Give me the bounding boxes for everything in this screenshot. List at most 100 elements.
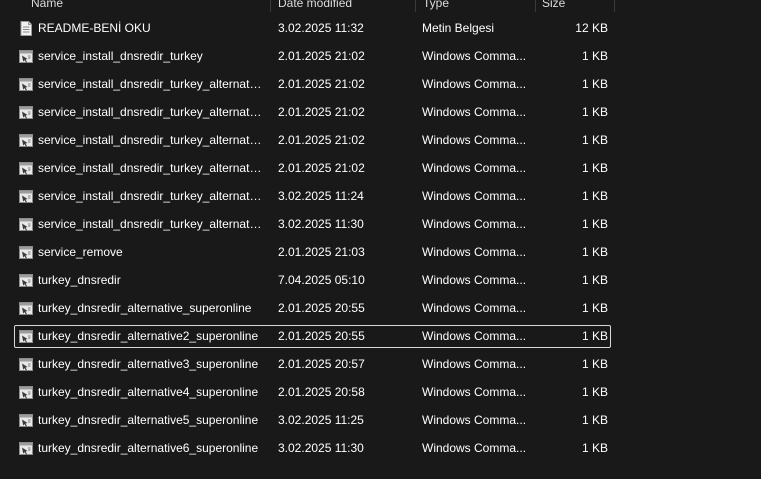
file-size: 1 KB: [581, 245, 608, 259]
file-name: service_install_dnsredir_turkey: [38, 49, 203, 63]
file-size: 1 KB: [581, 413, 608, 427]
file-row[interactable]: turkey_dnsredir_alternative2_superonline…: [14, 325, 611, 348]
file-date-modified: 7.04.2025 05:10: [278, 273, 365, 287]
column-header-size[interactable]: Size: [542, 0, 565, 12]
batch-file-icon: [19, 133, 33, 148]
file-name: service_remove: [38, 245, 123, 259]
file-name: turkey_dnsredir_alternative4_superonline: [38, 385, 259, 399]
file-name: service_install_dnsredir_turkey_alternat…: [38, 189, 263, 203]
file-row[interactable]: turkey_dnsredir 7.04.2025 05:10 Windows Co…: [14, 269, 611, 292]
file-name: service_install_dnsredir_turkey_alternat…: [38, 217, 263, 231]
file-type: Windows Comma...: [422, 161, 527, 175]
file-name: turkey_dnsredir_alternative5_superonline: [38, 413, 259, 427]
file-date-modified: 2.01.2025 21:02: [278, 161, 365, 175]
file-size: 1 KB: [581, 273, 608, 287]
file-date-modified: 2.01.2025 21:02: [278, 105, 365, 119]
file-size: 1 KB: [581, 301, 608, 315]
file-name: turkey_dnsredir_alternative6_superonline: [38, 441, 259, 455]
file-date-modified: 3.02.2025 11:25: [278, 413, 364, 427]
batch-file-icon: [19, 329, 33, 344]
file-type: Windows Comma...: [422, 301, 527, 315]
file-row[interactable]: turkey_dnsredir_alternative_superonline 2…: [14, 297, 611, 320]
file-type: Windows Comma...: [422, 441, 527, 455]
batch-file-icon: [19, 189, 33, 204]
file-type: Metin Belgesi: [422, 21, 495, 35]
file-type: Windows Comma...: [422, 413, 527, 427]
batch-file-icon: [19, 217, 33, 232]
batch-file-icon: [19, 245, 33, 260]
file-size: 1 KB: [581, 385, 608, 399]
text-document-icon: [19, 21, 33, 36]
file-date-modified: 3.02.2025 11:24: [278, 189, 364, 203]
file-name: README-BENİ OKU: [38, 21, 151, 35]
column-divider[interactable]: [270, 0, 271, 12]
file-type: Windows Comma...: [422, 385, 527, 399]
column-header-date[interactable]: Date modified: [278, 0, 352, 12]
column-header-type[interactable]: Type: [423, 0, 449, 12]
file-row[interactable]: service_install_dnsredir_turkey 2.01.2025…: [14, 45, 611, 68]
column-header: Name Date modified Type Size: [0, 0, 761, 12]
column-header-name[interactable]: Name: [31, 0, 63, 12]
file-name: service_install_dnsredir_turkey_alternat…: [38, 161, 263, 175]
file-type: Windows Comma...: [422, 329, 527, 343]
file-name: turkey_dnsredir: [38, 273, 121, 287]
batch-file-icon: [19, 357, 33, 372]
file-type: Windows Comma...: [422, 273, 527, 287]
batch-file-icon: [19, 77, 33, 92]
file-type: Windows Comma...: [422, 189, 527, 203]
file-row[interactable]: turkey_dnsredir_alternative5_superonline…: [14, 409, 611, 432]
file-row[interactable]: turkey_dnsredir_alternative3_superonline…: [14, 353, 611, 376]
file-row[interactable]: turkey_dnsredir_alternative4_superonline…: [14, 381, 611, 404]
file-size: 1 KB: [581, 357, 608, 371]
file-row[interactable]: service_install_dnsredir_turkey_alternat…: [14, 185, 611, 208]
file-name: turkey_dnsredir_alternative_superonline: [38, 301, 252, 315]
file-type: Windows Comma...: [422, 357, 527, 371]
file-type: Windows Comma...: [422, 217, 527, 231]
file-size: 1 KB: [581, 105, 608, 119]
file-row[interactable]: service_install_dnsredir_turkey_alternat…: [14, 213, 611, 236]
batch-file-icon: [19, 49, 33, 64]
batch-file-icon: [19, 161, 33, 176]
file-date-modified: 2.01.2025 20:55: [278, 301, 365, 315]
file-size: 1 KB: [581, 77, 608, 91]
file-name: turkey_dnsredir_alternative3_superonline: [38, 357, 259, 371]
file-row[interactable]: service_install_dnsredir_turkey_alternat…: [14, 73, 611, 96]
file-type: Windows Comma...: [422, 49, 527, 63]
column-divider[interactable]: [415, 0, 416, 12]
file-size: 1 KB: [581, 329, 608, 343]
file-row[interactable]: README-BENİ OKU 3.02.2025 11:32 Metin Belg…: [14, 17, 611, 40]
file-size: 1 KB: [581, 49, 608, 63]
file-size: 12 KB: [575, 21, 608, 35]
file-type: Windows Comma...: [422, 245, 527, 259]
file-row[interactable]: service_install_dnsredir_turkey_alternat…: [14, 101, 611, 124]
file-row[interactable]: service_install_dnsredir_turkey_alternat…: [14, 157, 611, 180]
file-date-modified: 3.02.2025 11:30: [278, 441, 364, 455]
file-size: 1 KB: [581, 441, 608, 455]
file-size: 1 KB: [581, 161, 608, 175]
file-type: Windows Comma...: [422, 77, 527, 91]
file-name: service_install_dnsredir_turkey_alternat…: [38, 77, 263, 91]
file-date-modified: 2.01.2025 20:57: [278, 357, 365, 371]
file-row[interactable]: service_remove 2.01.2025 21:03 Windows Com…: [14, 241, 611, 264]
file-date-modified: 2.01.2025 21:02: [278, 77, 365, 91]
column-divider[interactable]: [535, 0, 536, 12]
file-date-modified: 2.01.2025 21:02: [278, 133, 365, 147]
file-date-modified: 2.01.2025 20:58: [278, 385, 365, 399]
file-date-modified: 2.01.2025 21:02: [278, 49, 365, 63]
batch-file-icon: [19, 105, 33, 120]
column-divider[interactable]: [614, 0, 615, 12]
file-date-modified: 3.02.2025 11:30: [278, 217, 364, 231]
file-name: turkey_dnsredir_alternative2_superonline: [38, 329, 259, 343]
file-type: Windows Comma...: [422, 105, 527, 119]
file-date-modified: 2.01.2025 21:03: [278, 245, 365, 259]
file-row[interactable]: service_install_dnsredir_turkey_alternat…: [14, 129, 611, 152]
file-name: service_install_dnsredir_turkey_alternat…: [38, 105, 263, 119]
file-size: 1 KB: [581, 133, 608, 147]
file-row[interactable]: turkey_dnsredir_alternative6_superonline…: [14, 437, 611, 460]
file-name: service_install_dnsredir_turkey_alternat…: [38, 133, 263, 147]
file-date-modified: 2.01.2025 20:55: [278, 329, 365, 343]
batch-file-icon: [19, 385, 33, 400]
file-date-modified: 3.02.2025 11:32: [278, 21, 364, 35]
batch-file-icon: [19, 301, 33, 316]
file-size: 1 KB: [581, 189, 608, 203]
